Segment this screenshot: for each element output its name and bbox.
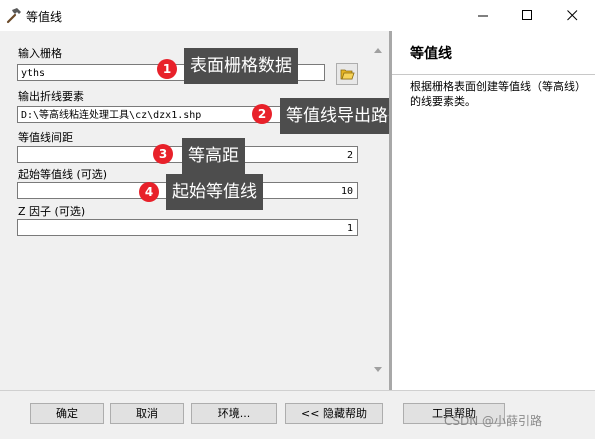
help-description: 根据栅格表面创建等值线（等高线）的线要素类。 [410,80,586,108]
annotation-badge-3: 3 [153,144,173,164]
close-button[interactable] [551,0,595,31]
output-polyline-field[interactable]: D:\等高线粘连处理工具\cz\dzx1.shp [17,106,325,123]
annotation-callout-3: 等高距 [182,138,245,174]
output-polyline-label: 输出折线要素 [18,90,84,103]
close-icon [567,10,578,21]
open-folder-icon [340,69,355,80]
ok-button[interactable]: 确定 [30,403,104,424]
scroll-down-icon[interactable] [374,367,382,372]
annotation-badge-2: 2 [252,104,272,124]
minimize-button[interactable] [462,0,506,31]
cancel-button[interactable]: 取消 [110,403,184,424]
watermark: CSDN @小薛引路 [444,414,543,428]
vertical-scrollbar[interactable] [370,34,386,378]
annotation-badge-1: 1 [157,59,177,79]
browse-input-button[interactable] [336,63,358,85]
contour-interval-label: 等值线间距 [18,131,73,144]
base-contour-label: 起始等值线 (可选) [18,168,108,181]
annotation-callout-4: 起始等值线 [166,174,263,210]
help-pane: 等值线 根据栅格表面创建等值线（等高线）的线要素类。 [392,31,595,390]
annotation-callout-1: 表面栅格数据 [184,48,298,84]
help-title: 等值线 [410,46,452,62]
scroll-up-icon[interactable] [374,48,382,53]
minimize-icon [478,15,488,17]
window-title: 等值线 [26,10,63,24]
hammer-icon [5,7,22,24]
help-divider [392,74,595,75]
maximize-button[interactable] [506,0,550,31]
z-factor-label: Z 因子 (可选) [18,205,86,218]
annotation-badge-4: 4 [139,182,159,202]
hide-help-button[interactable]: << 隐藏帮助 [285,403,383,424]
title-bar: 等值线 [0,0,595,31]
input-raster-label: 输入栅格 [18,47,62,60]
environments-button[interactable]: 环境... [191,403,277,424]
z-factor-field[interactable]: 1 [17,219,358,236]
maximize-icon [522,10,532,20]
